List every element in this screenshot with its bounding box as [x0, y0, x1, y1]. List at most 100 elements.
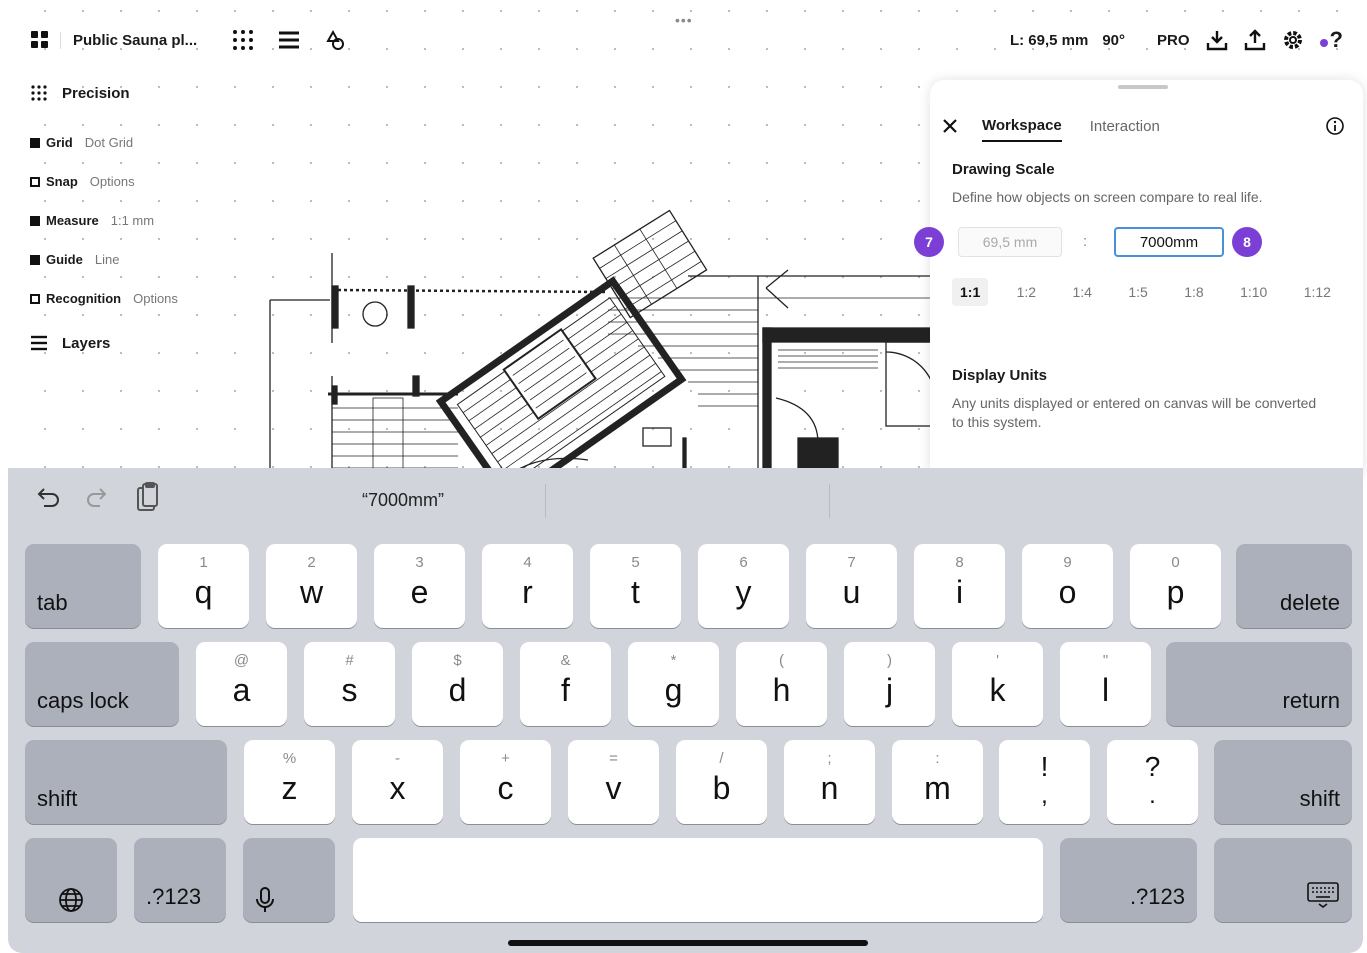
key-h[interactable]: (h [736, 642, 827, 726]
pro-button[interactable]: PRO [1157, 32, 1190, 49]
redo-icon[interactable] [84, 484, 112, 512]
key-y[interactable]: 6y [698, 544, 789, 628]
key-alt-char: $ [453, 652, 462, 669]
key-numbers-right[interactable]: .?123 [1060, 838, 1197, 922]
multitask-handle[interactable]: ••• [675, 12, 693, 28]
key-alt-char: ) [887, 652, 892, 669]
key-k[interactable]: ' k [952, 642, 1043, 726]
key-u[interactable]: 7u [806, 544, 897, 628]
shapes-icon[interactable] [317, 24, 353, 56]
tab-interaction[interactable]: Interaction [1090, 112, 1160, 141]
share-icon[interactable] [1244, 29, 1266, 51]
layers-button[interactable]: Layers [30, 328, 250, 358]
key-g[interactable]: * g [628, 642, 719, 726]
key-v[interactable]: = v [568, 740, 659, 824]
precision-item-measure[interactable]: Measure 1:1 mm [30, 201, 250, 240]
key-t[interactable]: 5t [590, 544, 681, 628]
precision-item-label: Recognition [46, 291, 122, 306]
key-alt-char: + [501, 750, 510, 767]
undo-icon[interactable] [32, 484, 60, 512]
key-caps-lock[interactable]: caps lock [25, 642, 179, 726]
key-b[interactable]: / b [676, 740, 767, 824]
tab-workspace[interactable]: Workspace [982, 111, 1062, 142]
real-length-field[interactable]: 69,5 mm [958, 227, 1062, 257]
display-units-description: Any units displayed or entered on canvas… [952, 395, 1317, 430]
scale-length-input[interactable] [1114, 227, 1224, 257]
key-e[interactable]: 3e [374, 544, 465, 628]
key-char: o [1058, 573, 1077, 610]
clipboard-icon[interactable] [134, 482, 162, 514]
key-q[interactable]: 1q [158, 544, 249, 628]
apps-grid-icon[interactable] [30, 30, 50, 50]
key-j[interactable]: ) j [844, 642, 935, 726]
layers-menu-icon[interactable] [271, 24, 307, 56]
precision-item-value: Options [89, 174, 135, 189]
gear-icon[interactable] [1282, 29, 1304, 51]
key-o[interactable]: 9o [1022, 544, 1113, 628]
notification-dot-icon [1319, 39, 1328, 47]
key-shift-left[interactable]: shift [25, 740, 227, 824]
key-tab[interactable]: tab [25, 544, 141, 628]
key-r[interactable]: 4r [482, 544, 573, 628]
ratio-option[interactable]: 1:1 [952, 278, 989, 306]
precision-item-snap[interactable]: Snap Options [30, 162, 250, 201]
key-char: e [410, 573, 429, 610]
ratio-option[interactable]: 1:8 [1176, 278, 1211, 306]
key-shift-right[interactable]: shift [1214, 740, 1352, 824]
key-alt-char: 7 [847, 554, 856, 571]
key-delete[interactable]: delete [1236, 544, 1352, 628]
key-alt-char: " [1102, 652, 1109, 669]
ratio-option[interactable]: 1:4 [1064, 278, 1099, 306]
key-d[interactable]: $ d [412, 642, 503, 726]
ratio-option[interactable]: 1:12 [1296, 278, 1339, 306]
key-char: b [712, 769, 731, 806]
ratio-option[interactable]: 1:10 [1232, 278, 1275, 306]
key-exclamation[interactable]: ! , [999, 740, 1090, 824]
key-numbers-left[interactable]: .?123 [134, 838, 226, 922]
ratio-option[interactable]: 1:2 [1009, 278, 1044, 306]
info-icon[interactable] [1325, 116, 1345, 136]
key-question[interactable]: ? . [1107, 740, 1198, 824]
precision-item-label: Measure [46, 213, 99, 228]
key-hide-keyboard[interactable] [1214, 838, 1352, 922]
key-char: h [772, 671, 791, 708]
key-label: return [1282, 688, 1340, 713]
key-alt-char: 0 [1171, 554, 1180, 571]
key-n[interactable]: ; n [784, 740, 875, 824]
ratio-option[interactable]: 1:5 [1120, 278, 1155, 306]
key-symbol: ! [1040, 751, 1049, 782]
autocorrect-suggestion[interactable]: “7000mm” [278, 490, 528, 511]
key-z[interactable]: % z [244, 740, 335, 824]
key-space[interactable] [353, 838, 1043, 922]
key-dictation[interactable] [243, 838, 335, 922]
download-icon[interactable] [1206, 29, 1228, 51]
panel-grabber[interactable] [1118, 85, 1168, 89]
key-alt-char: % [282, 750, 297, 767]
help-button[interactable]: ? [1319, 27, 1343, 53]
key-m[interactable]: :m [892, 740, 983, 824]
key-s[interactable]: # s [304, 642, 395, 726]
key-alt-char: # [345, 652, 354, 669]
toolbar-right: L: 69,5 mm 90° PRO ? [1010, 24, 1343, 56]
checkbox-filled-icon [30, 137, 40, 148]
key-label: caps lock [37, 688, 129, 713]
precision-item-recognition[interactable]: Recognition Options [30, 279, 250, 318]
key-x[interactable]: -x [352, 740, 443, 824]
key-return[interactable]: return [1166, 642, 1352, 726]
key-p[interactable]: 0p [1130, 544, 1221, 628]
key-f[interactable]: & f [520, 642, 611, 726]
key-i[interactable]: 8i [914, 544, 1005, 628]
home-indicator[interactable] [508, 940, 868, 946]
precision-header[interactable]: Precision [30, 80, 250, 106]
document-title[interactable]: Public Sauna pl... [60, 31, 197, 49]
key-globe[interactable] [25, 838, 117, 922]
precision-item-grid[interactable]: Grid Dot Grid [30, 123, 250, 162]
workspace-settings-panel: Workspace Interaction Drawing Scale Defi… [914, 80, 1363, 475]
key-c[interactable]: + c [460, 740, 551, 824]
key-w[interactable]: 2w [266, 544, 357, 628]
key-a[interactable]: @ a [196, 642, 287, 726]
key-l[interactable]: " l [1060, 642, 1151, 726]
precision-item-guide[interactable]: Guide Line [30, 240, 250, 279]
dot-grid-icon[interactable] [225, 24, 261, 56]
close-icon[interactable] [942, 118, 958, 134]
